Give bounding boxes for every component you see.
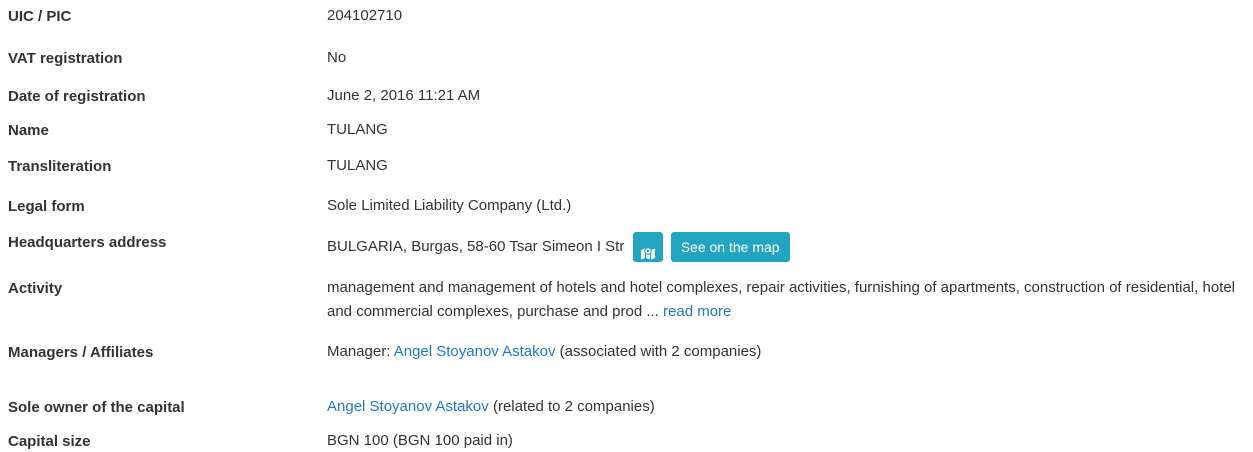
manager-person-link[interactable]: Angel Stoyanov Astakov xyxy=(394,343,556,360)
name-value: TULANG xyxy=(327,121,388,138)
vat-value: No xyxy=(327,49,347,66)
vat-label: VAT registration xyxy=(8,50,123,67)
capital-label: Capital size xyxy=(8,433,91,450)
transliteration-label: Transliteration xyxy=(8,158,112,175)
owner-person-link[interactable]: Angel Stoyanov Astakov xyxy=(327,398,489,415)
legal-form-label: Legal form xyxy=(8,198,85,215)
transliteration-value: TULANG xyxy=(327,157,388,174)
managers-value: Manager: Angel Stoyanov Astakov (associa… xyxy=(327,340,1249,364)
activity-label: Activity xyxy=(8,280,63,297)
uic-label: UIC / PIC xyxy=(8,8,72,25)
uic-value: 204102710 xyxy=(327,7,403,24)
map-marker-icon xyxy=(640,240,656,260)
managers-label: Managers / Affiliates xyxy=(8,344,154,361)
owner-suffix: (related to 2 companies) xyxy=(492,398,655,415)
name-label: Name xyxy=(8,122,49,139)
manager-suffix: (associated with 2 companies) xyxy=(559,343,762,360)
owner-label: Sole owner of the capital xyxy=(8,399,185,416)
capital-value: BGN 100 (BGN 100 paid in) xyxy=(327,432,513,449)
owner-value: Angel Stoyanov Astakov (related to 2 com… xyxy=(327,395,1249,419)
see-on-map-button[interactable]: See on the map xyxy=(670,232,790,263)
map-icon-button[interactable] xyxy=(632,232,663,263)
activity-text: management and management of hotels and … xyxy=(327,279,1236,320)
activity-value: management and management of hotels and … xyxy=(327,276,1249,324)
date-value: June 2, 2016 11:21 AM xyxy=(327,87,481,104)
headquarters-label: Headquarters address xyxy=(8,234,167,251)
read-more-link[interactable]: read more xyxy=(663,303,731,320)
manager-prefix: Manager: xyxy=(327,343,391,360)
legal-form-value: Sole Limited Liability Company (Ltd.) xyxy=(327,197,572,214)
headquarters-value: BULGARIA, Burgas, 58-60 Tsar Simeon I St… xyxy=(327,232,1249,263)
headquarters-address-text: BULGARIA, Burgas, 58-60 Tsar Simeon I St… xyxy=(327,238,625,255)
date-label: Date of registration xyxy=(8,88,146,105)
